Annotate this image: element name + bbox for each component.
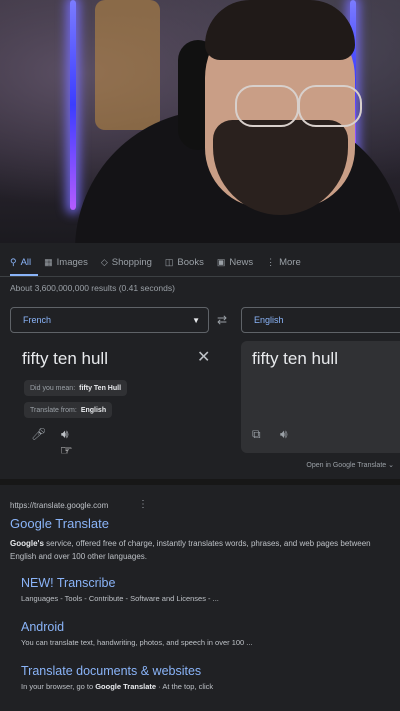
tab-label: Images [56, 256, 88, 268]
source-text-box[interactable]: fifty ten hull ✕ Did you mean: fifty Ten… [10, 341, 232, 453]
glasses-left-lens [235, 85, 299, 127]
tab-label: Shopping [111, 256, 152, 268]
tab-label: All [20, 256, 32, 268]
translate-from-language: English [80, 406, 107, 414]
tag-icon: ◇ [100, 256, 108, 267]
chevron-down-icon: ⌄ [388, 462, 394, 469]
sitelink: Translate documents & websites In your b… [21, 664, 391, 691]
sitelink-desc-text: In your browser, go to [21, 682, 96, 691]
tab-label: News [229, 256, 254, 268]
sitelink-desc: You can translate text, handwriting, pho… [21, 638, 253, 647]
source-language-select[interactable]: French ▼ [10, 307, 209, 333]
open-in-google-translate-link[interactable]: Open in Google Translate ⌄ [306, 461, 394, 469]
tab-books[interactable]: ◫ Books [165, 253, 204, 271]
translated-text: fifty ten hull [252, 349, 338, 368]
swap-languages-icon[interactable]: ⇄ [217, 313, 227, 327]
target-text-box: fifty ten hull ⧉ 🔊︎ [241, 341, 400, 453]
glasses-right-lens [298, 85, 362, 127]
source-language-label: French [23, 315, 52, 325]
caret-down-icon: ▼ [192, 316, 200, 325]
tab-label: Books [177, 256, 204, 268]
search-icon: ⚲ [10, 256, 17, 267]
speaker-icon[interactable]: 🔊︎ [61, 427, 69, 442]
news-icon: ▣ [216, 256, 226, 267]
microphone-icon[interactable]: 🎤︎ [31, 427, 46, 441]
sitelink: Android You can translate text, handwrit… [21, 620, 391, 647]
streamer-hair [205, 0, 355, 60]
did-you-mean-chip[interactable]: Did you mean: fifty Ten Hull [24, 380, 128, 396]
sitelink: NEW! Transcribe Languages - Tools - Cont… [21, 576, 391, 603]
tab-images[interactable]: ▦ Images [44, 253, 88, 271]
tab-all[interactable]: ⚲ All [10, 253, 31, 271]
sitelink-desc-bold: Google Translate [95, 682, 157, 691]
webcam-overlay [0, 0, 400, 243]
source-text[interactable]: fifty ten hull [22, 349, 108, 369]
copy-icon[interactable]: ⧉ [252, 427, 261, 442]
divider [0, 276, 400, 277]
sitelink-desc: In your browser, go to Google Translate … [21, 682, 391, 691]
snippet-text: service, offered free of charge, instant… [10, 539, 371, 561]
sitelink-title[interactable]: Android [21, 620, 391, 634]
tab-shopping[interactable]: ◇ Shopping [101, 253, 152, 271]
target-language-label: English [254, 315, 284, 325]
more-vert-icon[interactable]: ⋮ [138, 499, 148, 510]
result-url[interactable]: https://translate.google.com [10, 501, 108, 510]
mouse-pointer-icon: ☞ [60, 442, 73, 458]
results-count: About 3,600,000,000 results (0.41 second… [10, 283, 175, 293]
translate-from-chip[interactable]: Translate from: English [24, 402, 113, 418]
tab-label: More [279, 256, 301, 268]
sitelink-title[interactable]: Translate documents & websites [21, 664, 391, 678]
section-divider [0, 479, 400, 485]
jersey-on-wall [95, 0, 160, 130]
did-you-mean-label: Did you mean: [30, 384, 76, 392]
speaker-icon[interactable]: 🔊︎ [280, 427, 288, 442]
book-icon: ◫ [164, 256, 174, 267]
google-results-page: ⚲ All ▦ Images ◇ Shopping ◫ Books ▣ News… [0, 243, 400, 711]
image-icon: ▦ [44, 256, 53, 267]
more-vert-icon: ⋮ [266, 256, 276, 267]
sitelink-title[interactable]: NEW! Transcribe [21, 576, 391, 590]
target-language-select[interactable]: English [241, 307, 400, 333]
close-icon[interactable]: ✕ [197, 347, 210, 367]
snippet-bold: Google's [10, 539, 44, 548]
result-snippet: Google's service, offered free of charge… [10, 537, 390, 563]
search-tabs: ⚲ All ▦ Images ◇ Shopping ◫ Books ▣ News… [10, 253, 314, 271]
result-title-link[interactable]: Google Translate [10, 516, 109, 531]
sitelink-desc: Languages - Tools - Contribute - Softwar… [21, 594, 219, 603]
sitelink-desc-text: · At the top, click [156, 682, 214, 691]
led-strip-left [70, 0, 76, 210]
translate-from-label: Translate from: [30, 406, 77, 414]
open-link-label: Open in Google Translate [306, 462, 387, 469]
tab-more[interactable]: ⋮ More [266, 253, 301, 271]
did-you-mean-suggestion: fifty Ten Hull [79, 384, 122, 392]
tab-news[interactable]: ▣ News [217, 253, 253, 271]
